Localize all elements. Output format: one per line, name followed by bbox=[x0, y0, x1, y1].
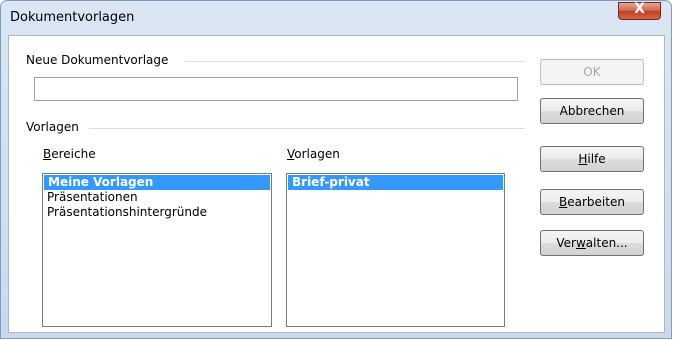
list-item[interactable]: Brief-privat bbox=[288, 175, 503, 190]
templates-listbox[interactable]: Brief-privat bbox=[286, 173, 505, 327]
manage-button[interactable]: Verwalten... bbox=[540, 230, 644, 256]
help-button[interactable]: Hilfe bbox=[540, 146, 644, 172]
new-template-name-input[interactable] bbox=[34, 77, 518, 101]
list-item[interactable]: Präsentationshintergründe bbox=[43, 205, 271, 220]
edit-button[interactable]: Bearbeiten bbox=[540, 189, 644, 215]
areas-listbox[interactable]: Meine Vorlagen Präsentationen Präsentati… bbox=[42, 173, 272, 327]
list-item[interactable]: Meine Vorlagen bbox=[44, 175, 270, 190]
group-divider bbox=[185, 61, 525, 62]
ok-button[interactable]: OK bbox=[540, 59, 644, 85]
cancel-button[interactable]: Abbrechen bbox=[540, 98, 644, 124]
areas-label: Bereiche bbox=[43, 147, 96, 161]
templates-group-label: Vorlagen bbox=[26, 120, 84, 134]
dialog-content: Neue Dokumentvorlage Vorlagen Bereiche V… bbox=[8, 35, 665, 333]
window-title: Dokumentvorlagen bbox=[10, 10, 135, 25]
group-divider bbox=[89, 128, 525, 129]
new-template-group-label: Neue Dokumentvorlage bbox=[26, 53, 174, 67]
close-icon: X bbox=[634, 1, 645, 17]
dialog-window: Dokumentvorlagen X Neue Dokumentvorlage … bbox=[0, 0, 672, 339]
list-item[interactable]: Präsentationen bbox=[43, 190, 271, 205]
templates-list-label: Vorlagen bbox=[287, 147, 340, 161]
title-bar[interactable]: Dokumentvorlagen X bbox=[1, 1, 671, 35]
close-button[interactable]: X bbox=[618, 1, 661, 20]
